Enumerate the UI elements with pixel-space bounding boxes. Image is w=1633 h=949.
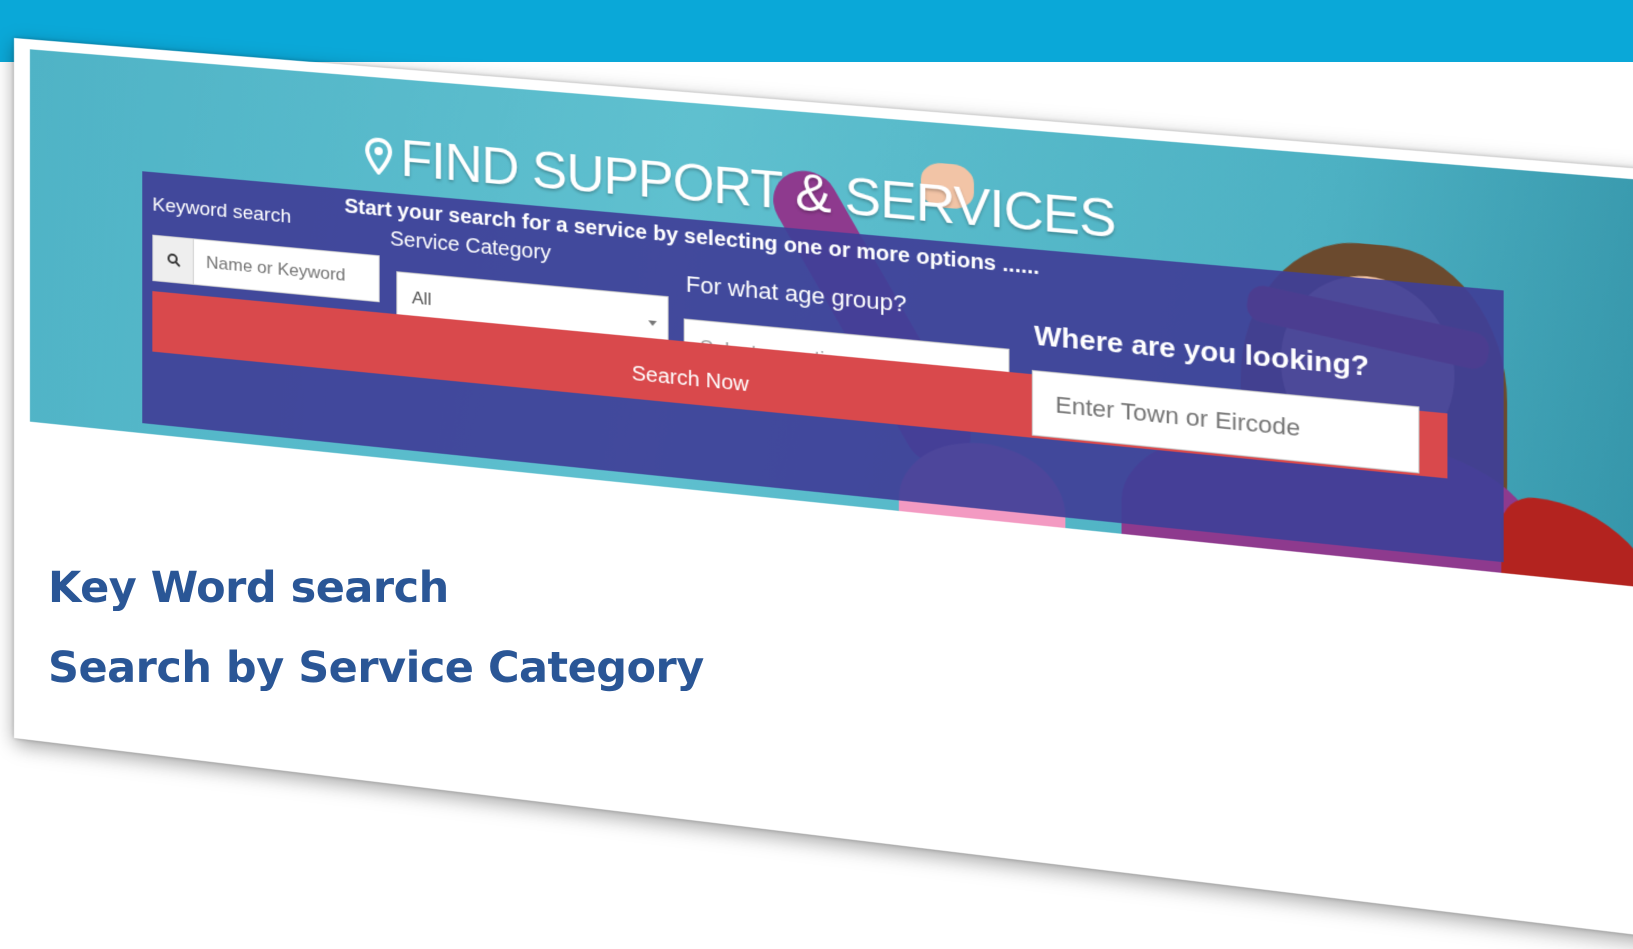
search-icon-container bbox=[153, 236, 194, 284]
keyword-input[interactable] bbox=[194, 239, 379, 301]
location-input[interactable] bbox=[1032, 370, 1420, 474]
cape-graphic bbox=[1501, 495, 1633, 597]
note-keyword-search: Key Word search bbox=[48, 548, 704, 628]
age-group-label: For what age group? bbox=[686, 271, 907, 318]
location-label: Where are you looking? bbox=[1034, 319, 1369, 383]
chevron-down-icon bbox=[648, 320, 657, 326]
feature-notes: Key Word search Search by Service Catego… bbox=[48, 548, 704, 708]
keyword-search-label: Keyword search bbox=[152, 194, 291, 229]
search-now-label: Search Now bbox=[632, 362, 749, 396]
keyword-search-box[interactable] bbox=[152, 235, 379, 303]
screenshot-frame: FIND SUPPORT & SERVICES Start your searc… bbox=[14, 38, 1633, 949]
service-category-value: All bbox=[412, 288, 432, 310]
search-panel: Start your search for a service by selec… bbox=[142, 171, 1503, 562]
search-icon bbox=[166, 252, 180, 267]
map-pin-icon bbox=[365, 137, 392, 176]
top-header-band bbox=[0, 0, 1633, 62]
hero-banner: FIND SUPPORT & SERVICES Start your searc… bbox=[30, 49, 1633, 597]
note-category-search: Search by Service Category bbox=[48, 628, 704, 708]
